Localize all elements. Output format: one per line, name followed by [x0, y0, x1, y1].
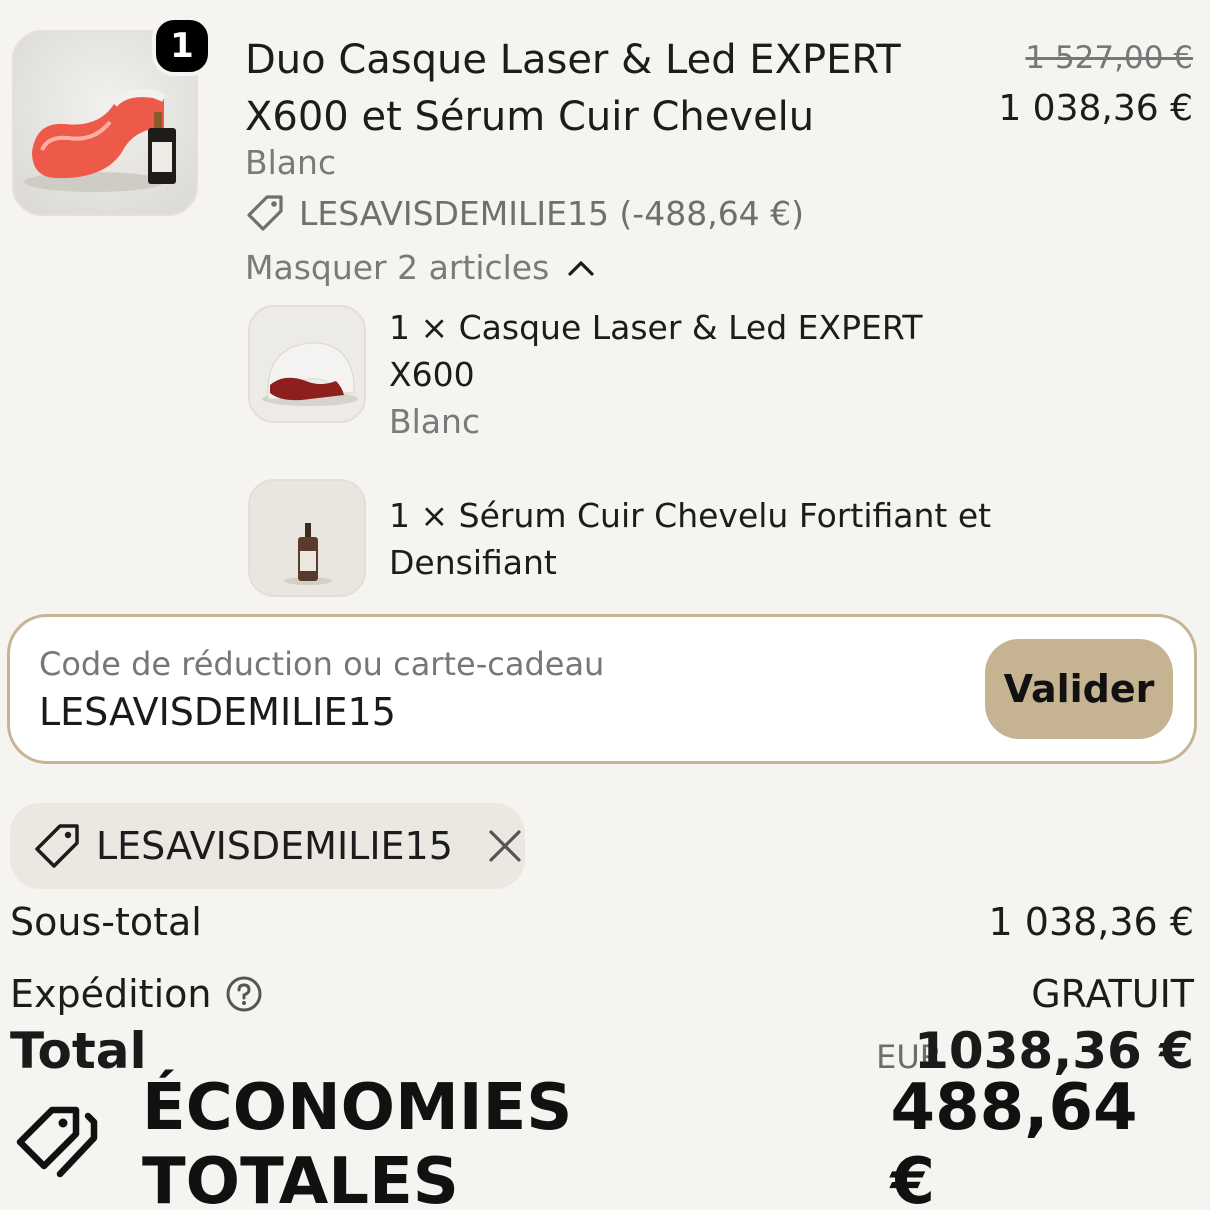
product-variant: Blanc — [245, 143, 337, 182]
bundle-item-label-cont: X600 — [389, 355, 475, 394]
remove-code-button[interactable] — [487, 828, 523, 864]
savings-value: 488,64 € — [890, 1071, 1138, 1210]
shipping-value: GRATUIT — [1031, 972, 1194, 1016]
subtotal-label: Sous-total — [10, 900, 202, 944]
hide-items-toggle[interactable]: Masquer 2 articles — [245, 248, 595, 287]
bundle-item-label: 1 × Casque Laser & Led EXPERT — [389, 308, 923, 347]
quantity-badge: 1 — [152, 16, 212, 76]
bundle-item: 1 × Sérum Cuir Chevelu Fortifiant et Den… — [389, 492, 991, 586]
bundle-item-thumbnail — [248, 479, 366, 597]
savings-label: ÉCONOMIES TOTALES — [142, 1071, 573, 1210]
validate-button[interactable]: Valider — [985, 639, 1173, 739]
shipping-row: Expédition — [10, 972, 263, 1016]
bundle-item: 1 × Casque Laser & Led EXPERT X600 Blanc — [389, 304, 923, 445]
line-discount: LESAVISDEMILIE15 (-488,64 €) — [245, 193, 804, 233]
original-price: 1 527,00 € — [1025, 40, 1193, 76]
close-icon — [489, 830, 521, 862]
serum-image — [250, 481, 364, 595]
applied-code-chip: LESAVISDEMILIE15 — [10, 803, 525, 889]
bundle-item-label-cont: Densifiant — [389, 543, 557, 582]
line-discount-label: LESAVISDEMILIE15 (-488,64 €) — [299, 193, 805, 233]
helmet-image — [250, 307, 364, 421]
discount-code-label: Code de réduction ou carte-cadeau — [39, 645, 605, 683]
help-circle-icon[interactable] — [225, 975, 263, 1013]
applied-code-label: LESAVISDEMILIE15 — [96, 824, 453, 868]
bundle-item-thumbnail — [248, 305, 366, 423]
tags-icon — [12, 1102, 104, 1188]
discount-code-input[interactable] — [39, 690, 939, 734]
tag-icon — [245, 193, 285, 233]
bundle-item-label: 1 × Sérum Cuir Chevelu Fortifiant et — [389, 496, 992, 535]
chevron-up-icon — [567, 258, 595, 278]
product-title: Duo Casque Laser & Led EXPERT X600 et Sé… — [245, 37, 901, 140]
bundle-item-variant: Blanc — [389, 402, 481, 441]
product-price: 1 038,36 € — [998, 88, 1193, 129]
subtotal-value: 1 038,36 € — [988, 900, 1194, 944]
hide-items-label: Masquer 2 articles — [245, 248, 550, 287]
tag-icon — [32, 821, 82, 871]
shipping-label: Expédition — [10, 972, 212, 1016]
total-savings: ÉCONOMIES TOTALES 488,64 € — [12, 1071, 1197, 1210]
